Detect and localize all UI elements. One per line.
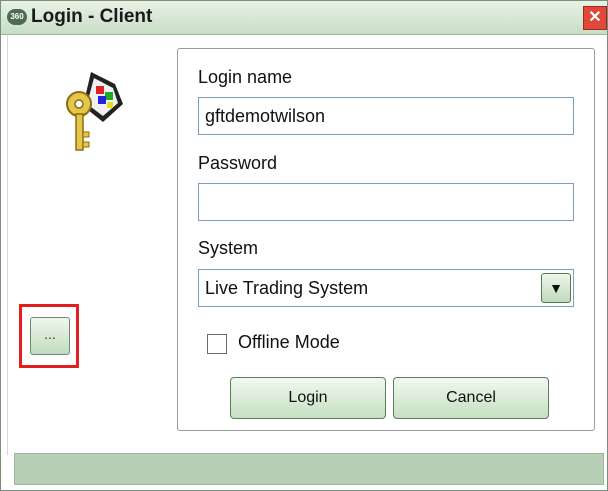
- system-select[interactable]: Live Trading System ▼: [198, 269, 574, 307]
- password-field[interactable]: [198, 183, 574, 221]
- window-title: Login - Client: [31, 6, 153, 27]
- system-select-value: Live Trading System: [205, 278, 369, 298]
- app-logo-icon: 360: [7, 9, 27, 25]
- offline-mode-label: Offline Mode: [238, 332, 340, 352]
- login-form-panel: Login name gftdemotwilson Password Syste…: [177, 48, 595, 431]
- login-name-field[interactable]: gftdemotwilson: [198, 97, 574, 135]
- status-bar: [14, 453, 604, 485]
- system-label: System: [198, 238, 259, 258]
- keys-icon: [66, 72, 123, 151]
- login-name-label: Login name: [198, 67, 293, 87]
- close-button[interactable]: ✕: [583, 6, 607, 30]
- offline-mode-checkbox[interactable]: [207, 334, 227, 354]
- cancel-button[interactable]: Cancel: [393, 377, 549, 419]
- title-bar[interactable]: 360 Login - Client ✕: [1, 1, 607, 35]
- password-label: Password: [198, 153, 278, 173]
- login-button[interactable]: Login: [230, 377, 386, 419]
- more-options-button[interactable]: ...: [30, 317, 70, 355]
- left-divider: [7, 35, 8, 455]
- login-window: 360 Login - Client ✕ ... Login name gftd…: [0, 0, 608, 491]
- chevron-down-icon[interactable]: ▼: [541, 273, 571, 303]
